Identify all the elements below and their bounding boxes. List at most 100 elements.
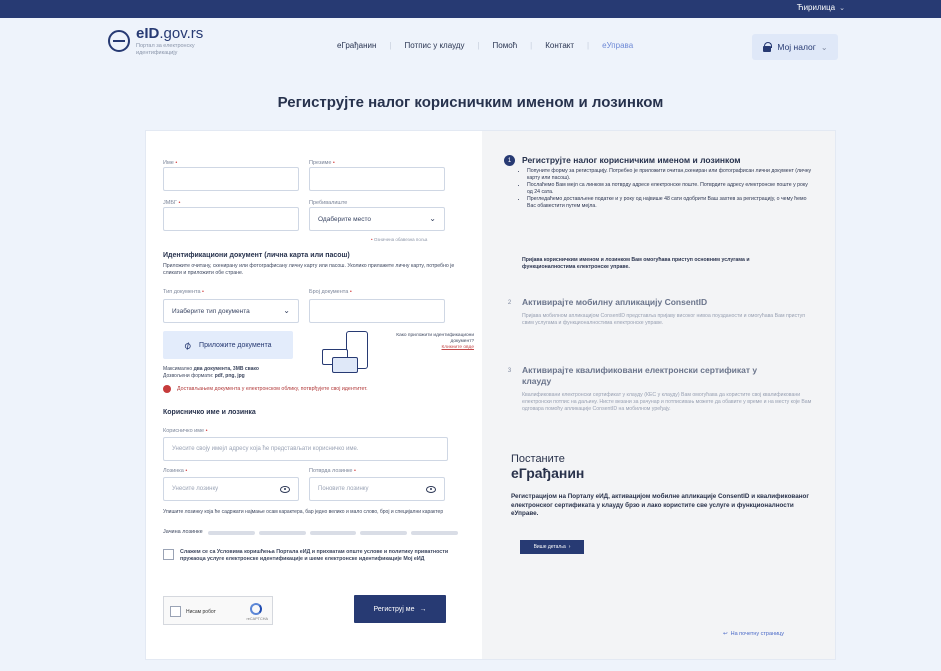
step-footer: Пријава корисничким именом и лозинком Ва… [522, 257, 750, 270]
terms-checkbox[interactable] [163, 549, 174, 560]
register-label: Региструј ме [373, 605, 415, 613]
my-account-button[interactable]: Мој налог ⌄ [752, 34, 838, 60]
upload-help-link[interactable]: Кликните овде [394, 345, 474, 351]
chevron-down-icon: ⌄ [839, 4, 845, 12]
language-label: Ћирилица [796, 3, 836, 12]
registration-card: Име • Презиме • ЈМБГ • Пребивалиште Одаб… [146, 131, 835, 659]
step-bullet: Послаћемо Вам мејл са линком за потврду … [527, 182, 812, 196]
nav-item-help[interactable]: Помоћ [493, 41, 518, 50]
step-body: Квалификовани електронски сертификат у к… [522, 392, 812, 412]
alert-icon [163, 385, 171, 393]
lock-icon [762, 42, 773, 52]
logo-subtitle: Портал за електронску идентификацију [136, 43, 195, 56]
upload-help-text: Како приложити идентификациони документ? [396, 333, 474, 344]
password-hint: Упишите лозинку која ће садржати најмање… [163, 509, 444, 515]
logo-title: eID.gov.rs [136, 25, 204, 42]
chevron-down-icon: ⌄ [820, 42, 828, 52]
residence-label: Пребивалиште [309, 200, 348, 206]
step-number: 1 [504, 155, 515, 166]
more-details-button[interactable]: Више детаља › [520, 540, 584, 554]
recaptcha-brand: reCAPTCHA [246, 617, 268, 621]
nav-item-euprava[interactable]: еУправа [602, 41, 633, 50]
password-input[interactable]: Унесите лозинку [163, 477, 299, 501]
register-button[interactable]: Региструј ме → [354, 595, 446, 623]
upload-limits: Максимално два документа, 3MB свако Дозв… [163, 366, 259, 379]
registration-form: Име • Презиме • ЈМБГ • Пребивалиште Одаб… [146, 131, 482, 659]
upload-label: Приложите документа [199, 341, 272, 349]
doc-type-select[interactable]: Изаберите тип документа ⌄ [163, 299, 299, 323]
step-body: Попуните форму за регистрацију. Потребно… [518, 168, 812, 211]
doc-heading: Идентификациони документ (лична карта ил… [163, 252, 350, 259]
nav-separator: | [530, 41, 533, 50]
chevron-down-icon: ⌄ [429, 214, 436, 223]
identity-alert: Достављањем документа у електронском обл… [163, 385, 368, 393]
recaptcha-checkbox[interactable] [170, 606, 181, 617]
terms-text: Слажем се са Условима коришћења Портала … [180, 549, 449, 563]
confirm-password-input[interactable]: Поновите лозинку [309, 477, 445, 501]
first-name-label: Име • [163, 160, 178, 166]
doc-text: Приложите очитану, скенирану или фотогра… [163, 263, 455, 277]
last-name-label: Презиме • [309, 160, 335, 166]
promo-text: Регистрацијом на Порталу еИД, активацијо… [511, 493, 809, 517]
home-link[interactable]: ↩ На почетну страницу [723, 631, 784, 637]
eye-icon[interactable] [426, 486, 436, 493]
recaptcha-widget[interactable]: Нисам робот reCAPTCHA [163, 596, 273, 625]
step-title: Активирајте квалификовани електронски се… [522, 365, 758, 386]
more-details-label: Више детаља [533, 544, 566, 550]
strength-label: Јачина лозинке [163, 529, 203, 535]
language-selector[interactable]: Ћирилица ⌄ [797, 3, 845, 12]
residence-select[interactable]: Одаберите место ⌄ [309, 207, 445, 231]
page-title: Региструјте налог корисничким именом и л… [277, 94, 664, 111]
doc-number-input[interactable] [309, 299, 445, 323]
home-link-label: На почетну страницу [730, 631, 785, 637]
nav-item-contact[interactable]: Контакт [545, 41, 574, 50]
step-bullet: Прегледаћемо достављене податке и у року… [527, 196, 812, 210]
username-input[interactable]: Унесите своју имејл адресу која ће предс… [163, 437, 448, 461]
step-number: 3 [507, 367, 512, 374]
upload-help: Како приложити идентификациони документ?… [394, 333, 474, 351]
main-nav: еГрађанин | Потпис у клауду | Помоћ | Ко… [337, 41, 633, 50]
first-name-input[interactable] [163, 167, 299, 191]
arrow-right-icon: › [568, 544, 571, 550]
doc-type-label: Тип документа • [163, 289, 204, 295]
password-placeholder: Унесите лозинку [172, 486, 219, 492]
promo-line-1: Постаните [511, 453, 565, 465]
top-strip: Ћирилица ⌄ [0, 0, 941, 18]
eye-icon[interactable] [280, 486, 290, 493]
step-title: Региструјте налог корисничким именом и л… [522, 155, 741, 165]
doc-number-label: Број документа • [309, 289, 352, 295]
recaptcha-icon [250, 603, 262, 615]
last-name-input[interactable] [309, 167, 445, 191]
password-label: Лозинка • [163, 468, 188, 474]
step-title: Активирајте мобилну апликацију ConsentID [522, 297, 708, 307]
credentials-heading: Корисничко име и лозинка [163, 409, 256, 416]
step-bullet: Попуните форму за регистрацију. Потребно… [527, 168, 812, 182]
nav-separator: | [389, 41, 392, 50]
jmbg-label: ЈМБГ • [163, 200, 181, 206]
doc-type-value: Изаберите тип документа [172, 308, 250, 315]
username-label: Корисничко име • [163, 428, 208, 434]
step-number: 2 [507, 299, 512, 306]
paperclip-icon: ⌀ [181, 338, 195, 353]
steps-panel: 1 Региструјте налог корисничким именом и… [482, 131, 835, 659]
confirm-password-label: Потврда лозинке • [309, 468, 356, 474]
logo-icon [108, 30, 130, 53]
promo-line-2: еГрађанин [511, 465, 585, 481]
step-body: Пријава мобилном апликацијом ConsentID п… [522, 313, 806, 326]
residence-value: Одаберите место [318, 216, 372, 223]
nav-item-egradjanin[interactable]: еГрађанин [337, 41, 376, 50]
document-illustration [318, 331, 388, 377]
jmbg-input[interactable] [163, 207, 299, 231]
recaptcha-label: Нисам робот [186, 609, 216, 615]
nav-separator: | [477, 41, 480, 50]
arrow-right-icon: → [419, 605, 427, 613]
nav-separator: | [587, 41, 590, 50]
my-account-label: Мој налог [777, 42, 816, 52]
confirm-placeholder: Поновите лозинку [318, 486, 369, 492]
nav-item-cloud-sign[interactable]: Потпис у клауду [405, 41, 465, 50]
alert-text: Достављањем документа у електронском обл… [177, 386, 368, 392]
site-logo[interactable]: eID.gov.rs Портал за електронску идентиф… [108, 26, 203, 56]
upload-documents-button[interactable]: ⌀ Приложите документа [163, 331, 293, 359]
chevron-down-icon: ⌄ [283, 306, 290, 315]
id-card-icon [332, 357, 358, 373]
